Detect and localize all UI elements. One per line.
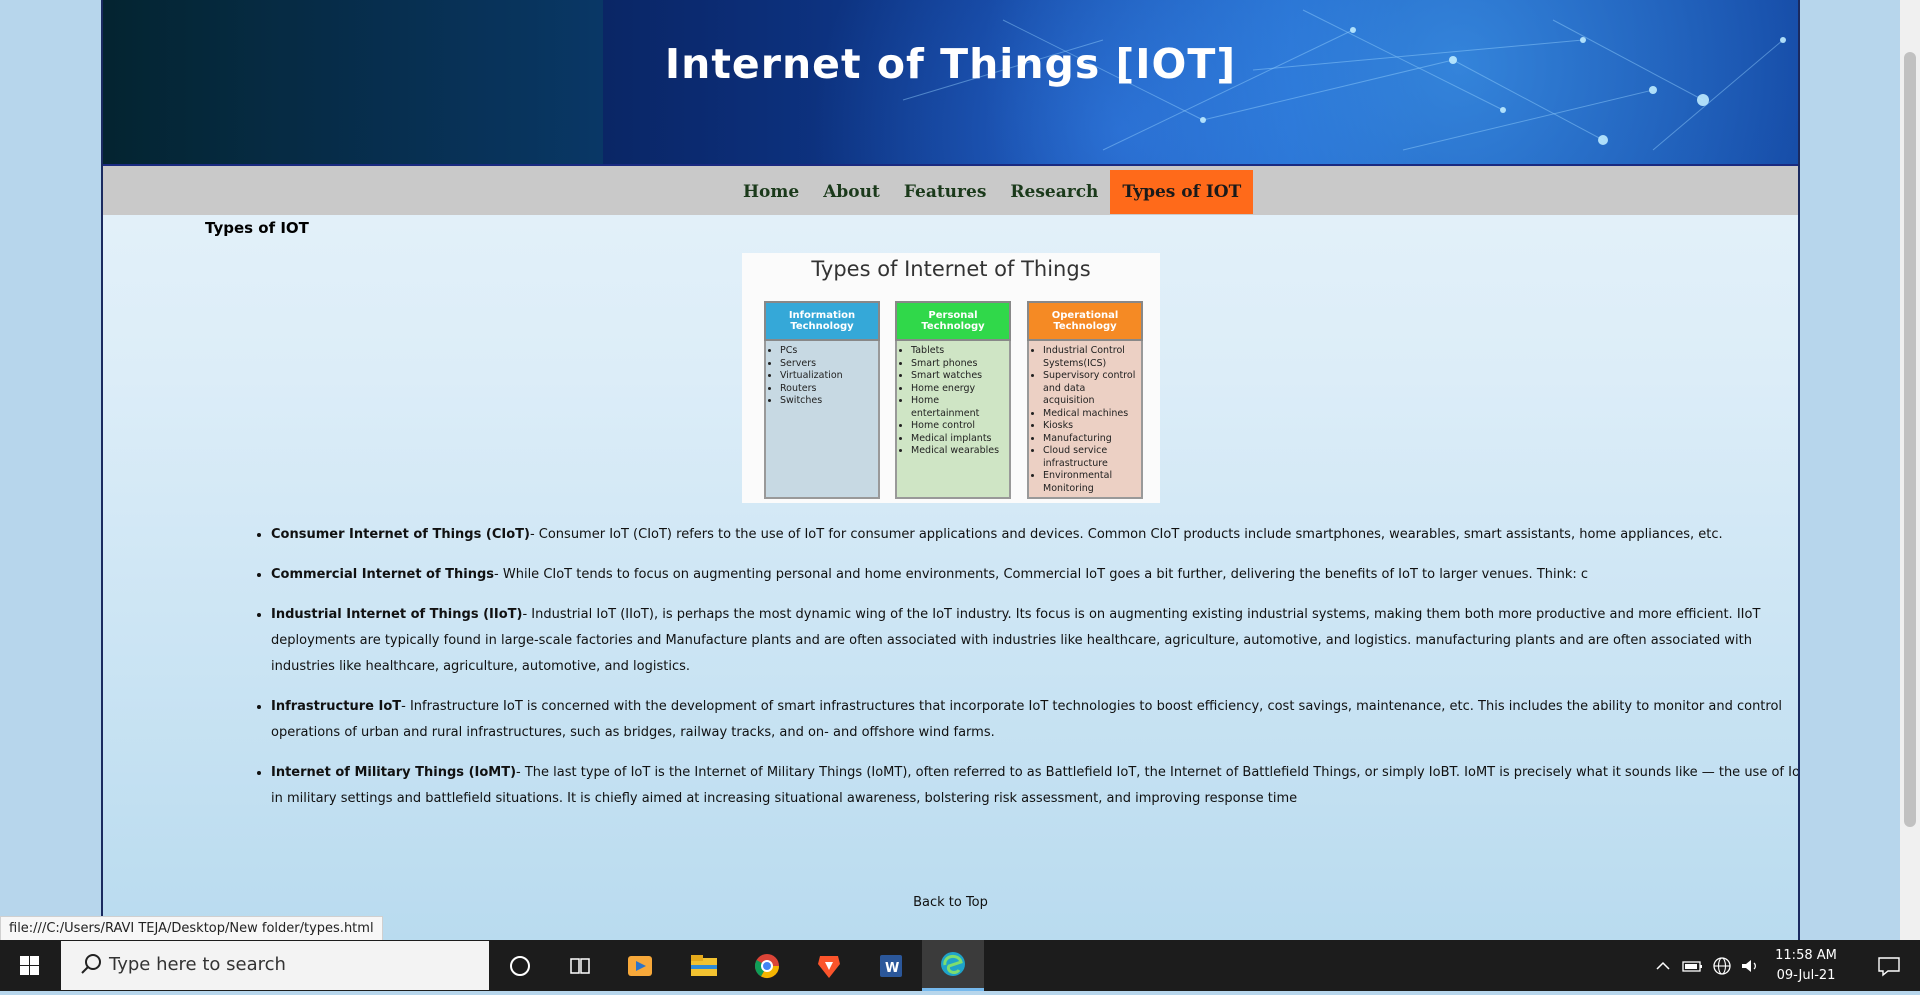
list-item-term: Internet of Military Things (IoMT) <box>271 765 517 780</box>
figure-list-item: Virtualization <box>780 370 874 383</box>
header-banner: Internet of Things [IOT] <box>103 0 1798 166</box>
scrollbar-thumb[interactable] <box>1904 52 1916 827</box>
figure-list-item: Home energy <box>911 383 1005 396</box>
search-icon <box>81 954 101 974</box>
figure-list-item: Medical wearables <box>911 445 1005 458</box>
word-icon[interactable]: W <box>860 940 922 991</box>
nav-about[interactable]: About <box>811 170 892 214</box>
clock-time: 11:58 AM <box>1775 948 1837 963</box>
figure-list-item: Routers <box>780 383 874 396</box>
back-to-top-link[interactable]: Back to Top <box>103 895 1798 910</box>
list-item-term: Consumer Internet of Things (CIoT) <box>271 527 530 542</box>
status-url-tooltip: file:///C:/Users/RAVI TEJA/Desktop/New f… <box>0 916 383 942</box>
figure-list-item: Kiosks <box>1043 420 1137 433</box>
clock-date: 09-Jul-21 <box>1776 968 1836 983</box>
list-item: Commercial Internet of Things- While CIo… <box>271 562 1798 588</box>
nav-home[interactable]: Home <box>731 170 811 214</box>
battery-icon[interactable] <box>1680 955 1706 977</box>
list-item-text: - While CIoT tends to focus on augmentin… <box>494 567 1589 582</box>
windows-taskbar: Type here to search W 11:58 AM 09-Jul-21 <box>0 940 1920 991</box>
figure-list-item: Manufacturing <box>1043 433 1137 446</box>
list-item-text: - Consumer IoT (CIoT) refers to the use … <box>529 527 1723 542</box>
figure-title: Types of Internet of Things <box>811 257 1091 281</box>
figure-list-item: Supervisory control and data acquisition <box>1043 370 1137 408</box>
figure-list-item: Home control <box>911 420 1005 433</box>
system-tray <box>1652 940 1762 991</box>
types-of-iot-figure: Types of Internet of Things Information … <box>742 253 1160 503</box>
figure-column-personal: Personal Technology Tablets Smart phones… <box>895 301 1011 501</box>
figure-list-item: Smart watches <box>911 370 1005 383</box>
figure-list-item: Home entertainment <box>911 395 1005 420</box>
figure-list-item: PCs <box>780 345 874 358</box>
file-explorer-icon[interactable] <box>673 940 735 991</box>
figure-list-item: Environmental Monitoring <box>1043 470 1137 495</box>
figure-list-item: Servers <box>780 358 874 371</box>
main-nav: Home About Features Research Types of IO… <box>103 166 1798 215</box>
figure-list-item: Medical machines <box>1043 408 1137 421</box>
vertical-scrollbar[interactable] <box>1900 0 1920 940</box>
windows-start-icon[interactable] <box>0 940 58 991</box>
figure-column-it: Information Technology PCs Servers Virtu… <box>764 301 880 501</box>
list-item: Industrial Internet of Things (IIoT)- In… <box>271 602 1798 680</box>
figure-column-header: Operational Technology <box>1027 301 1143 341</box>
figure-column-header: Information Technology <box>764 301 880 341</box>
nav-types-of-iot[interactable]: Types of IOT <box>1110 170 1254 214</box>
figure-column-header: Personal Technology <box>895 301 1011 341</box>
cortana-icon[interactable] <box>489 940 551 991</box>
search-placeholder: Type here to search <box>109 954 286 975</box>
site-title: Internet of Things [IOT] <box>664 40 1237 88</box>
list-item-term: Industrial Internet of Things (IIoT) <box>271 607 523 622</box>
figure-list-item: Medical implants <box>911 433 1005 446</box>
list-item-term: Commercial Internet of Things <box>271 567 495 582</box>
taskbar-clock[interactable]: 11:58 AM 09-Jul-21 <box>1766 946 1846 986</box>
nav-research[interactable]: Research <box>998 170 1110 214</box>
notification-icon[interactable] <box>1858 940 1920 991</box>
section-title: Types of IOT <box>205 219 309 237</box>
figure-list-item: Switches <box>780 395 874 408</box>
figure-column-operational: Operational Technology Industrial Contro… <box>1027 301 1143 501</box>
brave-icon[interactable] <box>798 940 860 991</box>
chevron-up-icon[interactable] <box>1652 955 1674 977</box>
volume-icon[interactable] <box>1738 955 1762 977</box>
task-view-icon[interactable] <box>549 940 611 991</box>
list-item: Infrastructure IoT- Infrastructure IoT i… <box>271 694 1798 746</box>
figure-list-item: Tablets <box>911 345 1005 358</box>
figure-list-item: Cloud service infrastructure <box>1043 445 1137 470</box>
nav-features[interactable]: Features <box>892 170 999 214</box>
iot-types-list: Consumer Internet of Things (CIoT)- Cons… <box>247 522 1798 826</box>
media-player-icon[interactable] <box>609 940 671 991</box>
figure-list-item: Industrial Control Systems(ICS) <box>1043 345 1137 370</box>
edge-icon[interactable] <box>922 940 984 991</box>
list-item-term: Infrastructure IoT <box>271 699 402 714</box>
svg-text:W: W <box>885 961 899 976</box>
list-item-text: - Infrastructure IoT is concerned with t… <box>271 699 1783 740</box>
list-item: Consumer Internet of Things (CIoT)- Cons… <box>271 522 1798 548</box>
globe-icon[interactable] <box>1710 955 1734 977</box>
figure-list-item: Smart phones <box>911 358 1005 371</box>
taskbar-search-box[interactable]: Type here to search <box>61 941 489 990</box>
page-container: Internet of Things [IOT] Home About Feat… <box>101 0 1800 940</box>
chrome-icon[interactable] <box>736 940 798 991</box>
list-item: Internet of Military Things (IoMT)- The … <box>271 760 1798 812</box>
